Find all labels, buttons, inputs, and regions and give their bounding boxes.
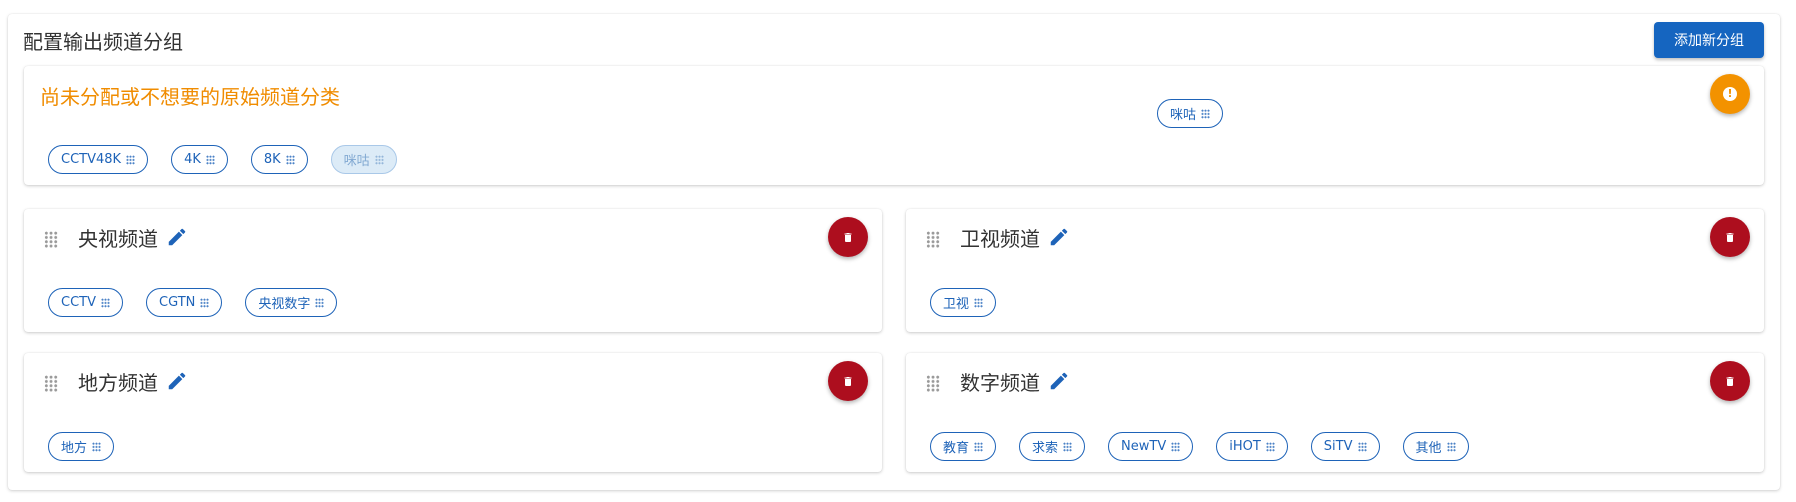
trash-icon xyxy=(1726,376,1734,386)
edit-pencil-icon[interactable] xyxy=(166,370,188,392)
delete-group-button[interactable] xyxy=(828,361,868,401)
drag-handle-icon[interactable] xyxy=(1446,441,1456,452)
drag-handle-icon[interactable] xyxy=(200,297,210,308)
category-chip-placeholder: 咪咕 xyxy=(330,145,397,174)
delete-group-button[interactable] xyxy=(828,217,868,257)
drag-handle-icon[interactable] xyxy=(1265,441,1275,452)
edit-pencil-icon[interactable] xyxy=(1048,370,1070,392)
delete-group-button[interactable] xyxy=(1710,217,1750,257)
channel-group-config-panel: 配置输出频道分组 添加新分组 尚未分配或不想要的原始频道分类 ! CCTV48K… xyxy=(8,14,1780,490)
add-group-button[interactable]: 添加新分组 xyxy=(1654,22,1764,58)
category-chip[interactable]: 8K xyxy=(250,145,308,174)
group-title: 卫视频道 xyxy=(960,227,1040,251)
drag-handle-icon[interactable] xyxy=(1063,441,1073,452)
group-chip-list: CCTV CGTN 央视数字 xyxy=(48,288,338,317)
trash-icon xyxy=(844,232,852,242)
category-chip[interactable]: iHOT xyxy=(1216,432,1288,461)
category-chip[interactable]: 4K xyxy=(171,145,228,174)
category-chip[interactable]: 求索 xyxy=(1019,432,1086,461)
category-chip[interactable]: SiTV xyxy=(1310,432,1380,461)
drag-handle-icon[interactable] xyxy=(926,375,940,392)
page-title: 配置输出频道分组 xyxy=(23,30,183,54)
group-title: 数字频道 xyxy=(960,371,1040,395)
drag-handle-icon[interactable] xyxy=(205,154,215,165)
edit-pencil-icon[interactable] xyxy=(166,226,188,248)
category-chip[interactable]: CGTN xyxy=(146,288,223,317)
trash-icon xyxy=(844,376,852,386)
drag-handle-icon[interactable] xyxy=(315,297,325,308)
category-chip[interactable]: 卫视 xyxy=(930,288,997,317)
chip-label: 央视数字 xyxy=(258,297,311,312)
chip-label: 咪咕 xyxy=(1170,108,1197,123)
edit-pencil-icon[interactable] xyxy=(1048,226,1070,248)
category-chip[interactable]: 地方 xyxy=(48,432,115,461)
chip-label: CCTV xyxy=(61,295,96,310)
group-title: 央视频道 xyxy=(78,227,158,251)
drag-handle-icon[interactable] xyxy=(1201,108,1211,119)
chip-label: 地方 xyxy=(61,441,88,456)
drag-handle-icon[interactable] xyxy=(92,441,102,452)
drag-handle-icon[interactable] xyxy=(974,297,984,308)
category-chip[interactable]: CCTV48K xyxy=(48,145,149,174)
drag-handle-icon[interactable] xyxy=(285,154,295,165)
chip-label: 教育 xyxy=(943,441,970,456)
category-chip[interactable]: NewTV xyxy=(1108,432,1194,461)
chip-label: 4K xyxy=(184,152,201,167)
drag-handle-icon[interactable] xyxy=(101,297,110,308)
dragging-chip[interactable]: 咪咕 xyxy=(1157,99,1224,128)
chip-label: 8K xyxy=(263,152,281,167)
unassigned-chip-list: CCTV48K 4K 8K 咪咕 xyxy=(48,145,397,174)
alert-circle-icon: ! xyxy=(1723,87,1737,101)
drag-handle-icon[interactable] xyxy=(44,231,58,248)
channel-group-card: 数字频道 教育 求索 NewTV iHOT SiTV 其他 xyxy=(906,353,1764,472)
chip-label: 求索 xyxy=(1032,441,1059,456)
trash-icon xyxy=(1726,232,1734,242)
alert-button[interactable]: ! xyxy=(1710,74,1750,114)
group-title: 地方频道 xyxy=(78,371,158,395)
chip-label: NewTV xyxy=(1121,439,1167,454)
category-chip[interactable]: 央视数字 xyxy=(245,288,338,317)
chip-label: 卫视 xyxy=(943,297,970,312)
drag-handle-icon[interactable] xyxy=(926,231,940,248)
chip-label: SiTV xyxy=(1323,439,1353,454)
group-chip-list: 教育 求索 NewTV iHOT SiTV 其他 xyxy=(930,432,1469,461)
chip-label: CCTV48K xyxy=(61,152,122,167)
chip-label: iHOT xyxy=(1229,439,1261,454)
group-chip-list: 地方 xyxy=(48,432,115,461)
drag-handle-icon[interactable] xyxy=(974,441,984,452)
drag-handle-icon[interactable] xyxy=(126,154,136,165)
chip-label: 咪咕 xyxy=(343,154,370,169)
drag-handle-icon xyxy=(374,154,384,165)
chip-label: CGTN xyxy=(159,295,196,310)
unassigned-title: 尚未分配或不想要的原始频道分类 xyxy=(40,85,340,109)
drag-handle-icon[interactable] xyxy=(1357,441,1367,452)
unassigned-categories-card: 尚未分配或不想要的原始频道分类 ! CCTV48K 4K 8K 咪咕 xyxy=(24,66,1764,185)
group-chip-list: 卫视 xyxy=(930,288,997,317)
category-chip[interactable]: CCTV xyxy=(48,288,123,317)
chip-label: 其他 xyxy=(1415,441,1442,456)
category-chip[interactable]: 教育 xyxy=(930,432,997,461)
channel-group-card: 卫视频道 卫视 xyxy=(906,209,1764,332)
delete-group-button[interactable] xyxy=(1710,361,1750,401)
category-chip[interactable]: 其他 xyxy=(1402,432,1469,461)
channel-group-card: 地方频道 地方 xyxy=(24,353,882,472)
drag-handle-icon[interactable] xyxy=(44,375,58,392)
channel-group-card: 央视频道 CCTV CGTN 央视数字 xyxy=(24,209,882,332)
drag-handle-icon[interactable] xyxy=(1171,441,1181,452)
